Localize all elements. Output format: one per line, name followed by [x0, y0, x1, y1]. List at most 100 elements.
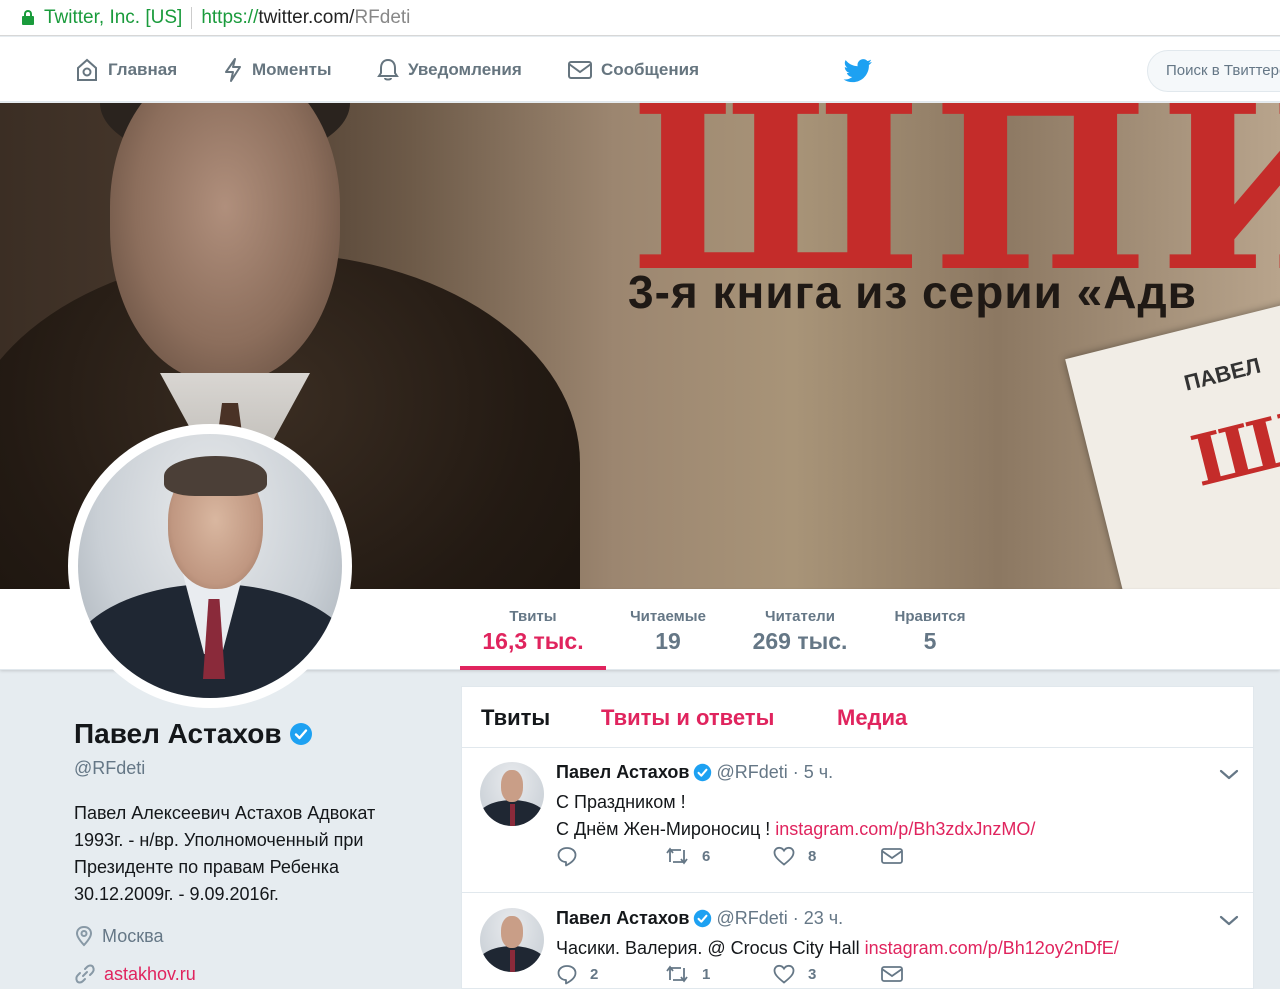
stat-likes-value: 5 — [923, 628, 937, 654]
lock-icon — [22, 10, 34, 25]
heart-icon — [773, 846, 795, 866]
nav-messages-label: Сообщения — [601, 59, 699, 79]
tweet-text-line: С Праздником ! — [556, 792, 686, 812]
reply-icon — [557, 965, 577, 985]
tweet-link[interactable]: instagram.com/p/Bh3zdxJnzMO/ — [775, 819, 1035, 839]
stat-following[interactable]: Читаемые 19 — [618, 589, 718, 670]
verified-badge-icon — [694, 909, 712, 928]
retweet-icon — [666, 965, 688, 983]
location-pin-icon — [75, 925, 93, 947]
profile-bio: Павел Алексеевич Астахов Адвокат 1993г. … — [74, 803, 376, 904]
stat-followers[interactable]: Читатели 269 тыс. — [742, 589, 858, 670]
like-count: 8 — [808, 847, 817, 865]
profile-location: Москва — [74, 925, 163, 947]
verified-badge-icon — [694, 763, 712, 782]
tweet-link[interactable]: instagram.com/p/Bh12oy2nDfE/ — [865, 938, 1119, 958]
profile-website-link[interactable]: astakhov.ru — [104, 964, 196, 985]
tweet-actions: 2 1 3 — [556, 963, 988, 985]
envelope-icon — [568, 60, 592, 79]
tweet-timestamp[interactable]: 5 ч. — [804, 762, 833, 783]
profile-location-text: Москва — [102, 925, 164, 946]
retweet-button[interactable]: 6 — [664, 845, 772, 867]
site-identity: Twitter, Inc. [US] — [44, 6, 183, 28]
stat-tweets-value: 16,3 тыс. — [482, 628, 584, 654]
reply-count: 2 — [590, 965, 599, 983]
stat-tweets-label: Твиты — [509, 608, 557, 625]
tweet-text-line: С Днём Жен-Мироносиц ! instagram.com/p/B… — [556, 819, 1036, 839]
nav-home-label: Главная — [108, 59, 178, 79]
tweet-avatar[interactable] — [480, 908, 544, 972]
tweet-author-handle[interactable]: @RFdeti — [716, 762, 787, 783]
tweet-actions: 6 8 — [556, 845, 988, 867]
tweet-author-handle[interactable]: @RFdeti — [716, 908, 787, 929]
direct-message-button[interactable] — [880, 964, 988, 984]
link-icon — [75, 964, 95, 984]
reply-button[interactable] — [556, 845, 664, 867]
banner-subtitle-text: 3-я книга из серии «Адв — [628, 266, 1197, 318]
stat-followers-value: 269 тыс. — [752, 628, 848, 654]
verified-badge-icon — [289, 723, 312, 745]
nav-messages[interactable]: Сообщения — [567, 37, 699, 102]
lightning-icon — [225, 57, 241, 82]
reply-icon — [557, 847, 577, 867]
nav-home[interactable]: Главная — [74, 37, 177, 102]
tweet-header: Павел Астахов @RFdeti · 23 ч. — [556, 908, 843, 929]
heart-icon — [773, 964, 795, 984]
envelope-icon — [881, 848, 903, 864]
tab-tweets[interactable]: Твиты — [481, 705, 550, 731]
chevron-down-icon[interactable] — [1218, 914, 1240, 928]
separator-dot: · — [792, 908, 799, 928]
url-path: RFdeti — [354, 6, 411, 28]
search-input[interactable]: Поиск в Твиттере — [1147, 50, 1280, 92]
tweet-timestamp[interactable]: 23 ч. — [804, 908, 843, 929]
reply-button[interactable]: 2 — [556, 963, 664, 985]
home-icon — [77, 58, 97, 81]
stat-likes[interactable]: Нравится 5 — [880, 589, 980, 670]
tweet-item[interactable]: Павел Астахов @RFdeti · 5 ч. С Празднико… — [462, 748, 1253, 893]
profile-avatar[interactable] — [68, 424, 352, 708]
like-count: 3 — [808, 965, 817, 983]
stat-following-label: Читаемые — [630, 608, 706, 625]
nav-moments-label: Моменты — [252, 59, 332, 79]
like-button[interactable]: 8 — [772, 845, 880, 867]
address-divider — [191, 6, 193, 29]
nav-notifications-label: Уведомления — [408, 59, 522, 79]
retweet-count: 6 — [702, 847, 711, 865]
tweet-text-line: Часики. Валерия. @ Crocus City Hall inst… — [556, 938, 1119, 958]
stat-likes-label: Нравится — [894, 608, 966, 625]
chevron-down-icon[interactable] — [1218, 768, 1240, 782]
stat-following-value: 19 — [655, 628, 681, 654]
direct-message-button[interactable] — [880, 846, 988, 866]
banner-book: ПАВЕЛ ШП — [1065, 296, 1280, 589]
tweet-header: Павел Астахов @RFdeti · 5 ч. — [556, 762, 833, 783]
separator-dot: · — [792, 762, 799, 782]
tweet-item[interactable]: Павел Астахов @RFdeti · 23 ч. Часики. Ва… — [462, 894, 1253, 989]
like-button[interactable]: 3 — [772, 963, 880, 985]
stat-tweets[interactable]: Твиты 16,3 тыс. — [460, 589, 606, 670]
tab-media[interactable]: Медиа — [837, 705, 907, 731]
profile-name-text: Павел Астахов — [74, 718, 282, 749]
url-host: twitter.com/ — [258, 6, 355, 28]
bell-icon — [377, 58, 399, 80]
tweet-author-name[interactable]: Павел Астахов — [556, 762, 689, 783]
browser-address-bar[interactable]: Twitter, Inc. [US] https:// twitter.com/… — [0, 0, 1280, 36]
tweet-author-name[interactable]: Павел Астахов — [556, 908, 689, 929]
tab-tweets-and-replies[interactable]: Твиты и ответы — [601, 705, 774, 731]
profile-handle[interactable]: @RFdeti — [74, 758, 145, 779]
timeline-tabs: Твиты Твиты и ответы Медиа — [462, 687, 1253, 748]
tweet-timeline: Твиты Твиты и ответы Медиа Павел Астахов… — [461, 686, 1254, 989]
tweet-text: С Праздником ! С Днём Жен-Мироносиц ! in… — [556, 789, 1035, 843]
stat-followers-label: Читатели — [765, 608, 835, 625]
nav-notifications[interactable]: Уведомления — [376, 37, 522, 102]
url-protocol: https:// — [201, 6, 259, 28]
retweet-button[interactable]: 1 — [664, 963, 772, 985]
twitter-bird-icon[interactable] — [843, 59, 873, 83]
profile-name[interactable]: Павел Астахов — [74, 718, 313, 750]
top-navigation: Главная Моменты Уведомления Сообщения По… — [0, 37, 1280, 102]
tweet-avatar[interactable] — [480, 762, 544, 826]
nav-moments[interactable]: Моменты — [222, 37, 331, 102]
profile-website[interactable]: astakhov.ru — [74, 963, 196, 985]
envelope-icon — [881, 966, 903, 982]
retweet-count: 1 — [702, 965, 711, 983]
retweet-icon — [666, 847, 688, 865]
